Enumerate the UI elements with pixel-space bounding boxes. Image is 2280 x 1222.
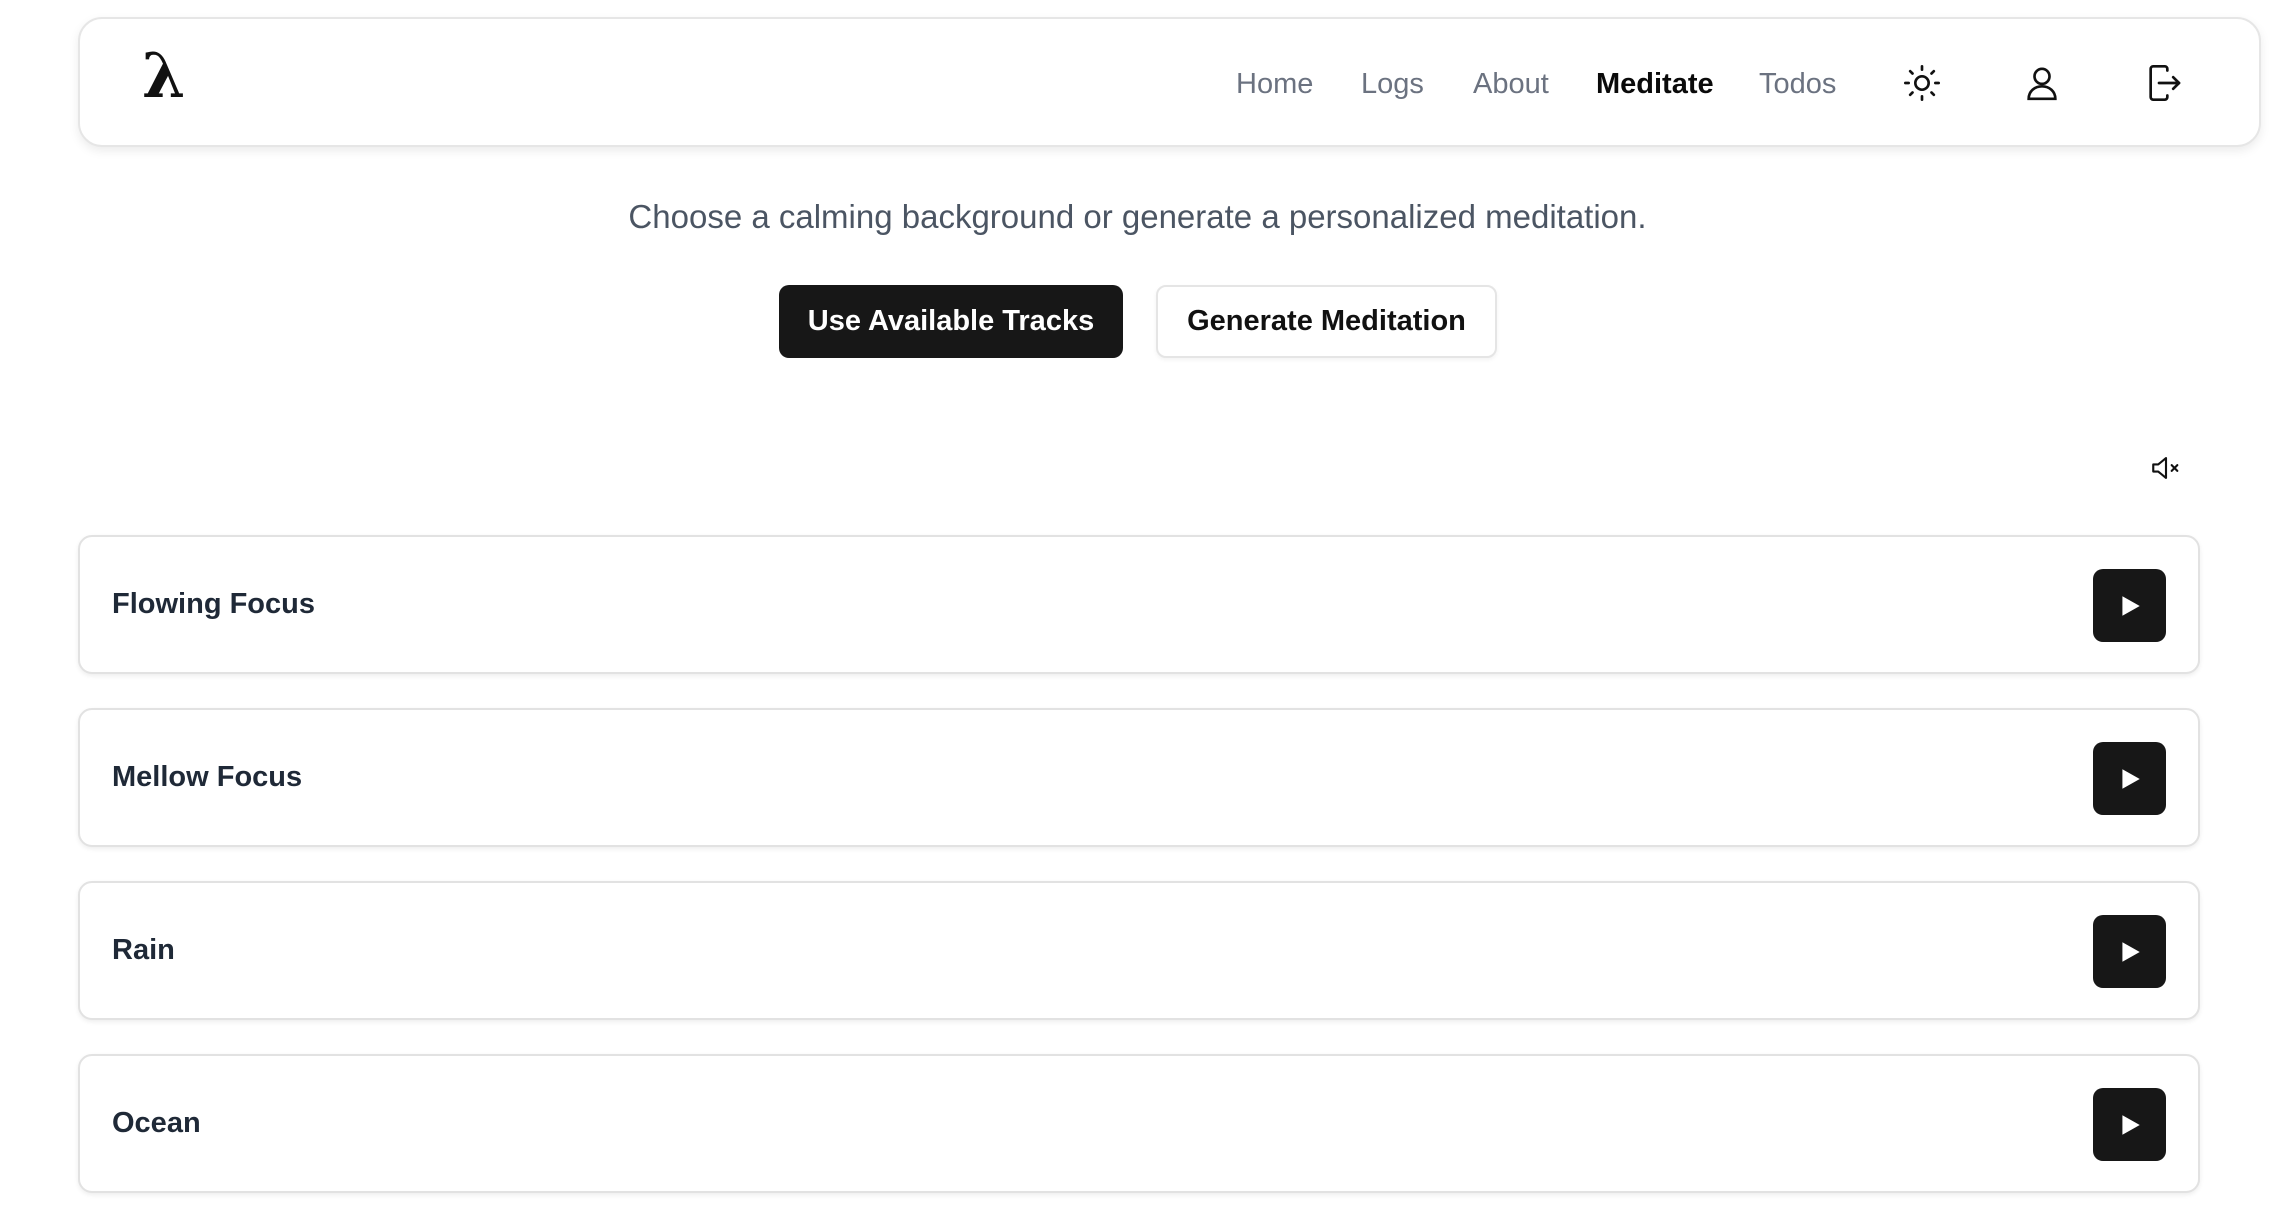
page-subtitle: Choose a calming background or generate … — [628, 198, 1647, 235]
play-button[interactable] — [2093, 569, 2166, 642]
logo-lambda[interactable]: λ — [142, 45, 185, 107]
sun-icon[interactable] — [1900, 61, 1944, 105]
logout-icon[interactable] — [2142, 61, 2186, 105]
volume-mute-icon[interactable] — [2146, 448, 2186, 488]
track-name: Flowing Focus — [112, 588, 315, 620]
nav-about[interactable]: About — [1473, 19, 1549, 149]
play-button[interactable] — [2093, 1088, 2166, 1161]
play-icon — [2121, 1114, 2140, 1135]
nav-home[interactable]: Home — [1236, 19, 1313, 149]
play-icon — [2121, 595, 2140, 616]
use-available-tracks-button[interactable]: Use Available Tracks — [779, 285, 1123, 358]
track-card: Ocean — [78, 1054, 2200, 1193]
nav-logs[interactable]: Logs — [1361, 19, 1424, 149]
generate-meditation-button[interactable]: Generate Meditation — [1156, 285, 1497, 358]
play-icon — [2121, 941, 2140, 962]
play-button[interactable] — [2093, 742, 2166, 815]
nav-todos[interactable]: Todos — [1759, 19, 1836, 149]
track-name: Ocean — [112, 1107, 201, 1139]
track-card: Flowing Focus — [78, 535, 2200, 674]
play-icon — [2121, 768, 2140, 789]
meditate-page: λ Home Logs About Meditate Todos Choose … — [0, 0, 2280, 1222]
track-card: Mellow Focus — [78, 708, 2200, 847]
track-name: Rain — [112, 934, 175, 966]
nav-meditate[interactable]: Meditate — [1596, 19, 1714, 149]
user-icon[interactable] — [2020, 61, 2064, 105]
play-button[interactable] — [2093, 915, 2166, 988]
top-navbar: λ Home Logs About Meditate Todos — [78, 17, 2261, 147]
track-card: Rain — [78, 881, 2200, 1020]
track-name: Mellow Focus — [112, 761, 303, 793]
